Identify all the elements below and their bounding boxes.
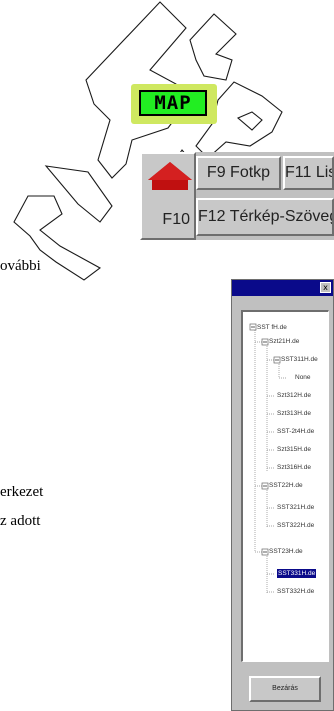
f11-label: F11 Liste: [285, 164, 332, 181]
f11-button[interactable]: F11 Liste: [283, 156, 334, 190]
body-text-fragment-1: ovábbi: [0, 258, 41, 274]
tree-node[interactable]: SST321H.de: [277, 503, 314, 512]
window-title-bar[interactable]: x: [232, 280, 333, 296]
close-dialog-button[interactable]: Bezárás: [249, 676, 321, 702]
tree-node[interactable]: SST23H.de: [269, 547, 303, 556]
tree-node[interactable]: SST-2t4H.de: [277, 427, 314, 436]
body-text-fragment-2: erkezet: [0, 484, 44, 500]
close-icon[interactable]: x: [320, 282, 331, 293]
tree-node[interactable]: None: [295, 373, 311, 382]
tree-node[interactable]: Szt315H.de: [277, 445, 311, 454]
f12-button[interactable]: F12 Térkép-Szöveg: [196, 198, 334, 236]
tree-node[interactable]: SST fH.de: [257, 323, 287, 332]
function-key-toolbar: F9 Fotkp F11 Liste F10 F12 Térkép-Szöveg: [140, 152, 334, 240]
map-badge-label: MAP: [139, 90, 207, 116]
f12-label: F12 Térkép-Szöveg: [198, 208, 334, 225]
body-text-fragment-3: z adott: [0, 513, 41, 529]
tree-node[interactable]: SST331H.de: [277, 569, 317, 578]
tree-node[interactable]: SST332H.de: [277, 587, 314, 596]
close-dialog-label: Bezárás: [272, 685, 298, 692]
tree-node[interactable]: SST22H.de: [269, 481, 303, 490]
map-badge[interactable]: MAP: [131, 84, 217, 124]
tree-node[interactable]: Szt21H.de: [269, 337, 299, 346]
tree-node[interactable]: SST322H.de: [277, 521, 314, 530]
tree-node[interactable]: SST311H.de: [281, 355, 318, 364]
f10-label: F10: [162, 211, 190, 228]
f10-button[interactable]: F10: [140, 204, 196, 240]
f9-button[interactable]: F9 Fotkp: [196, 156, 281, 190]
tree-node[interactable]: Szt313H.de: [277, 409, 311, 418]
tree-dialog-window: x SST fH.de Szt21H.de SST311H.de None Sz…: [231, 279, 334, 711]
f9-label: F9 Fotkp: [206, 164, 271, 181]
house-icon: [148, 162, 192, 190]
tree-view[interactable]: SST fH.de Szt21H.de SST311H.de None Szt312H.…: [241, 310, 329, 662]
tree-node[interactable]: Szt316H.de: [277, 463, 311, 472]
tree-node[interactable]: Szt312H.de: [277, 391, 311, 400]
